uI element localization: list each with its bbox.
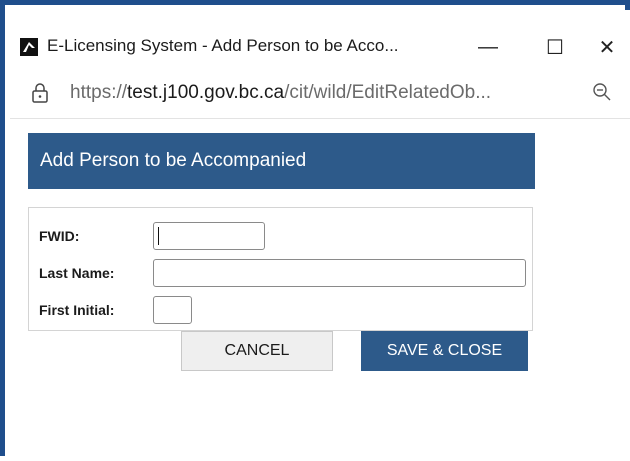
window-title: E-Licensing System - Add Person to be Ac… (47, 36, 399, 55)
dialog-title: Add Person to be Accompanied (28, 133, 535, 189)
fwid-label: FWID: (39, 228, 80, 244)
browser-window: E-Licensing System - Add Person to be Ac… (0, 0, 630, 461)
last-name-label: Last Name: (39, 265, 115, 281)
last-name-row: Last Name: (39, 259, 526, 287)
first-initial-label: First Initial: (39, 302, 115, 318)
maximize-icon: ☐ (546, 36, 564, 59)
url-path: /cit/wild/EditRelatedOb... (284, 82, 492, 103)
close-button[interactable]: ✕ (584, 30, 630, 64)
lock-icon[interactable] (31, 83, 49, 108)
maximize-button[interactable]: ☐ (532, 30, 578, 64)
first-initial-row: First Initial: (39, 296, 192, 324)
save-close-button[interactable]: SAVE & CLOSE (361, 331, 528, 371)
zoom-icon[interactable] (592, 82, 612, 107)
cancel-button[interactable]: CANCEL (181, 331, 333, 371)
url-host: test.j100.gov.bc.ca (127, 82, 285, 103)
minimize-button[interactable]: — (465, 30, 511, 64)
first-initial-input[interactable] (153, 296, 192, 324)
url-text[interactable]: https://test.j100.gov.bc.ca/cit/wild/Edi… (70, 82, 491, 104)
close-icon: ✕ (598, 36, 616, 59)
url-scheme: https:// (70, 82, 128, 103)
page-content: Add Person to be Accompanied FWID: Last … (10, 119, 630, 461)
app-icon (20, 38, 38, 56)
title-bar: E-Licensing System - Add Person to be Ac… (10, 10, 630, 68)
text-caret (158, 227, 159, 245)
fwid-input[interactable] (153, 222, 265, 250)
minimize-icon: — (478, 35, 498, 58)
fwid-row: FWID: (39, 222, 265, 250)
person-form: FWID: Last Name: First Initial: (28, 207, 533, 331)
address-bar[interactable]: https://test.j100.gov.bc.ca/cit/wild/Edi… (10, 68, 630, 119)
last-name-input[interactable] (153, 259, 526, 287)
